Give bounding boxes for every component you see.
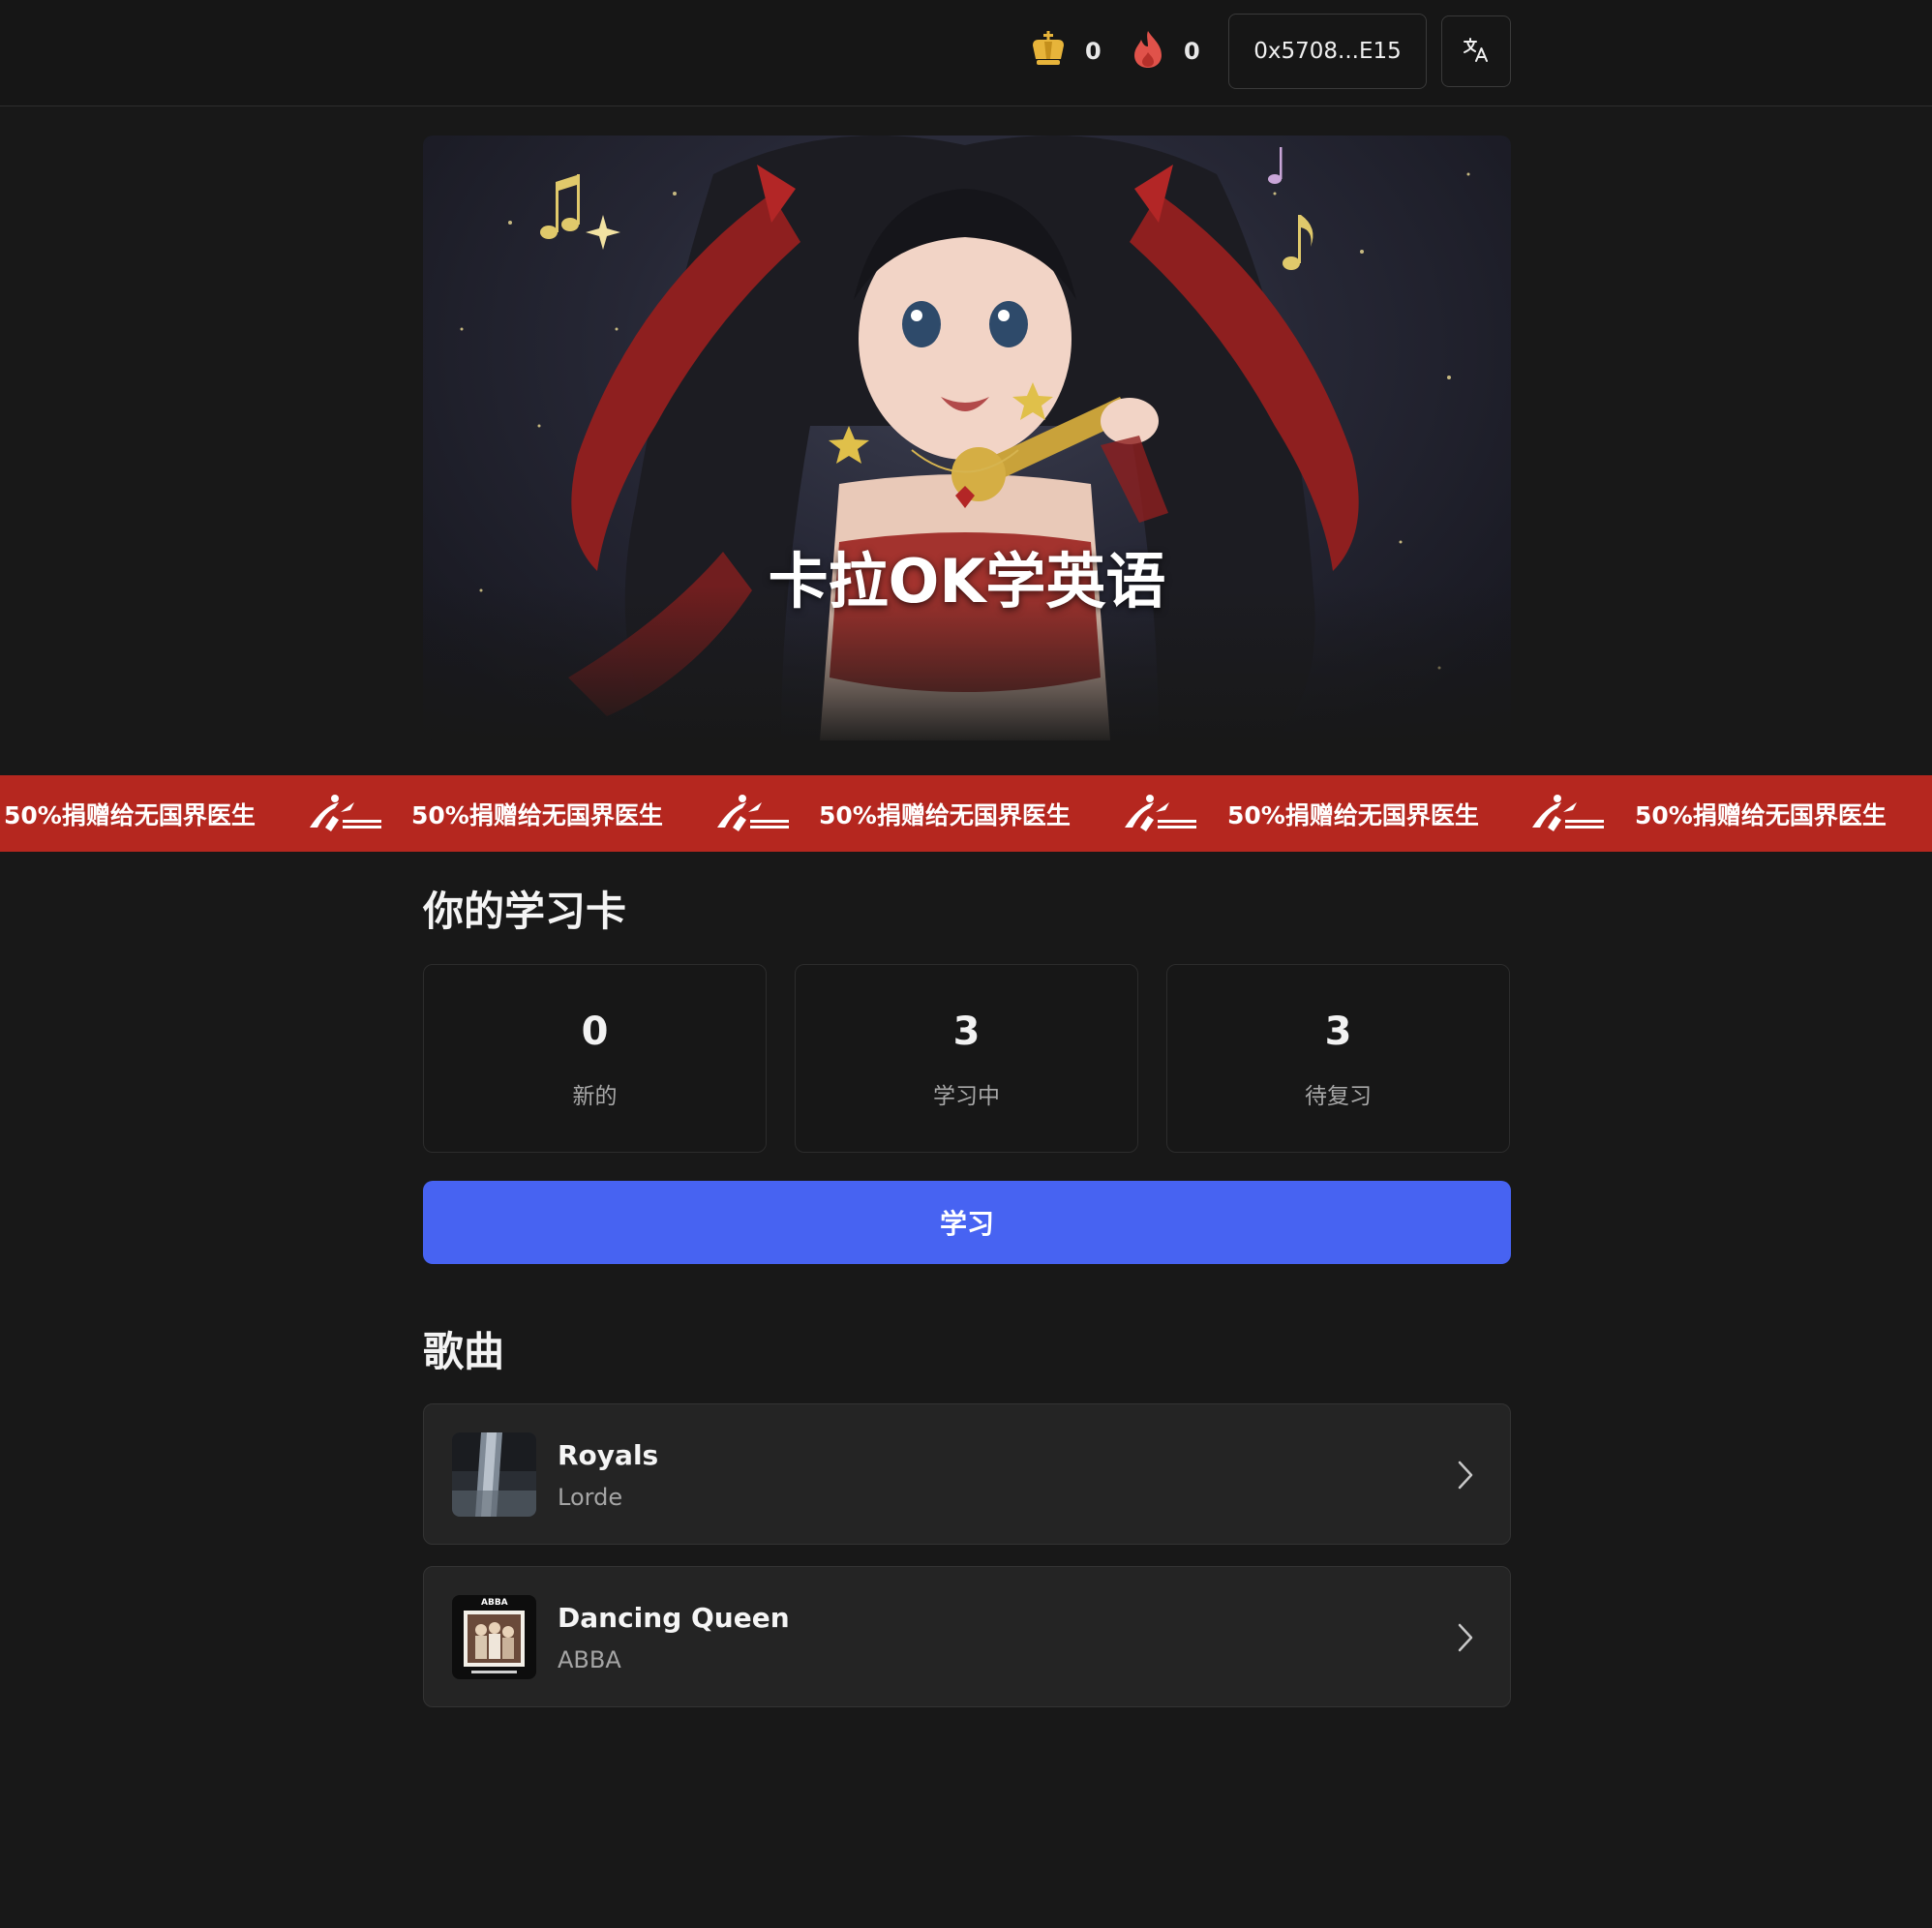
chevron-right-icon [1456,1459,1475,1495]
top-bar: 0 0 0x5708...E15 [0,0,1932,106]
album-cover [452,1432,536,1517]
crown-count: 0 [1085,38,1102,65]
learning-cards-stat: 3 学习中 [795,964,1138,1153]
song-artist: ABBA [558,1646,621,1673]
song-artist: Lorde [558,1484,623,1511]
donation-banner: 50%捐赠给无国界医生 50%捐赠给无国界医生 50%捐赠给无国界医生 50%捐… [0,775,1932,852]
msf-logo-icon [717,795,789,831]
song-item-royals[interactable]: Royals Lorde [423,1403,1511,1545]
stat-label: 待复习 [1305,1084,1372,1109]
streak-counter: 0 [1130,26,1200,76]
banner-text: 50%捐赠给无国界医生 [4,800,256,829]
stat-value: 3 [1324,1009,1352,1054]
streak-count: 0 [1184,38,1200,65]
songs-section-title: 歌曲 [423,1328,505,1375]
banner-item: 50%捐赠给无国界医生 [1227,775,1479,852]
stat-label: 新的 [572,1084,618,1109]
album-cover: ABBA [452,1595,536,1679]
new-cards-stat: 0 新的 [423,964,767,1153]
translate-icon [1462,35,1491,68]
crown-counter: 0 [1029,26,1102,76]
chevron-right-icon [1456,1621,1475,1658]
banner-text: 50%捐赠给无国界医生 [1227,800,1479,829]
crown-icon [1029,30,1068,73]
language-button[interactable] [1441,15,1511,87]
banner-item: 50%捐赠给无国界医生 [1635,775,1887,852]
banner-item: 50%捐赠给无国界医生 [819,775,1071,852]
msf-logo-icon [1532,795,1604,831]
hero-banner: 卡拉OK学英语 [423,136,1511,740]
stat-value: 0 [581,1009,609,1054]
banner-text: 50%捐赠给无国界医生 [1635,800,1887,829]
song-title: Dancing Queen [558,1602,790,1634]
study-button[interactable]: 学习 [423,1181,1511,1264]
msf-logo-icon [1125,795,1196,831]
song-item-dancing-queen[interactable]: ABBA Dancing Queen ABBA [423,1566,1511,1707]
msf-logo-icon [310,795,381,831]
stat-value: 3 [952,1009,981,1054]
banner-text: 50%捐赠给无国界医生 [411,800,663,829]
banner-text: 50%捐赠给无国界医生 [819,800,1071,829]
banner-item: 50%捐赠给无国界医生 [411,775,663,852]
cards-section-title: 你的学习卡 [423,888,627,935]
flame-icon [1130,29,1166,74]
song-title: Royals [558,1439,659,1471]
review-cards-stat: 3 待复习 [1166,964,1510,1153]
hero-title: 卡拉OK学英语 [768,546,1166,617]
cover-text: ABBA [481,1598,508,1608]
banner-item: 50%捐赠给无国界医生 [4,775,256,852]
stat-label: 学习中 [933,1084,1000,1109]
wallet-button[interactable]: 0x5708...E15 [1228,14,1427,89]
